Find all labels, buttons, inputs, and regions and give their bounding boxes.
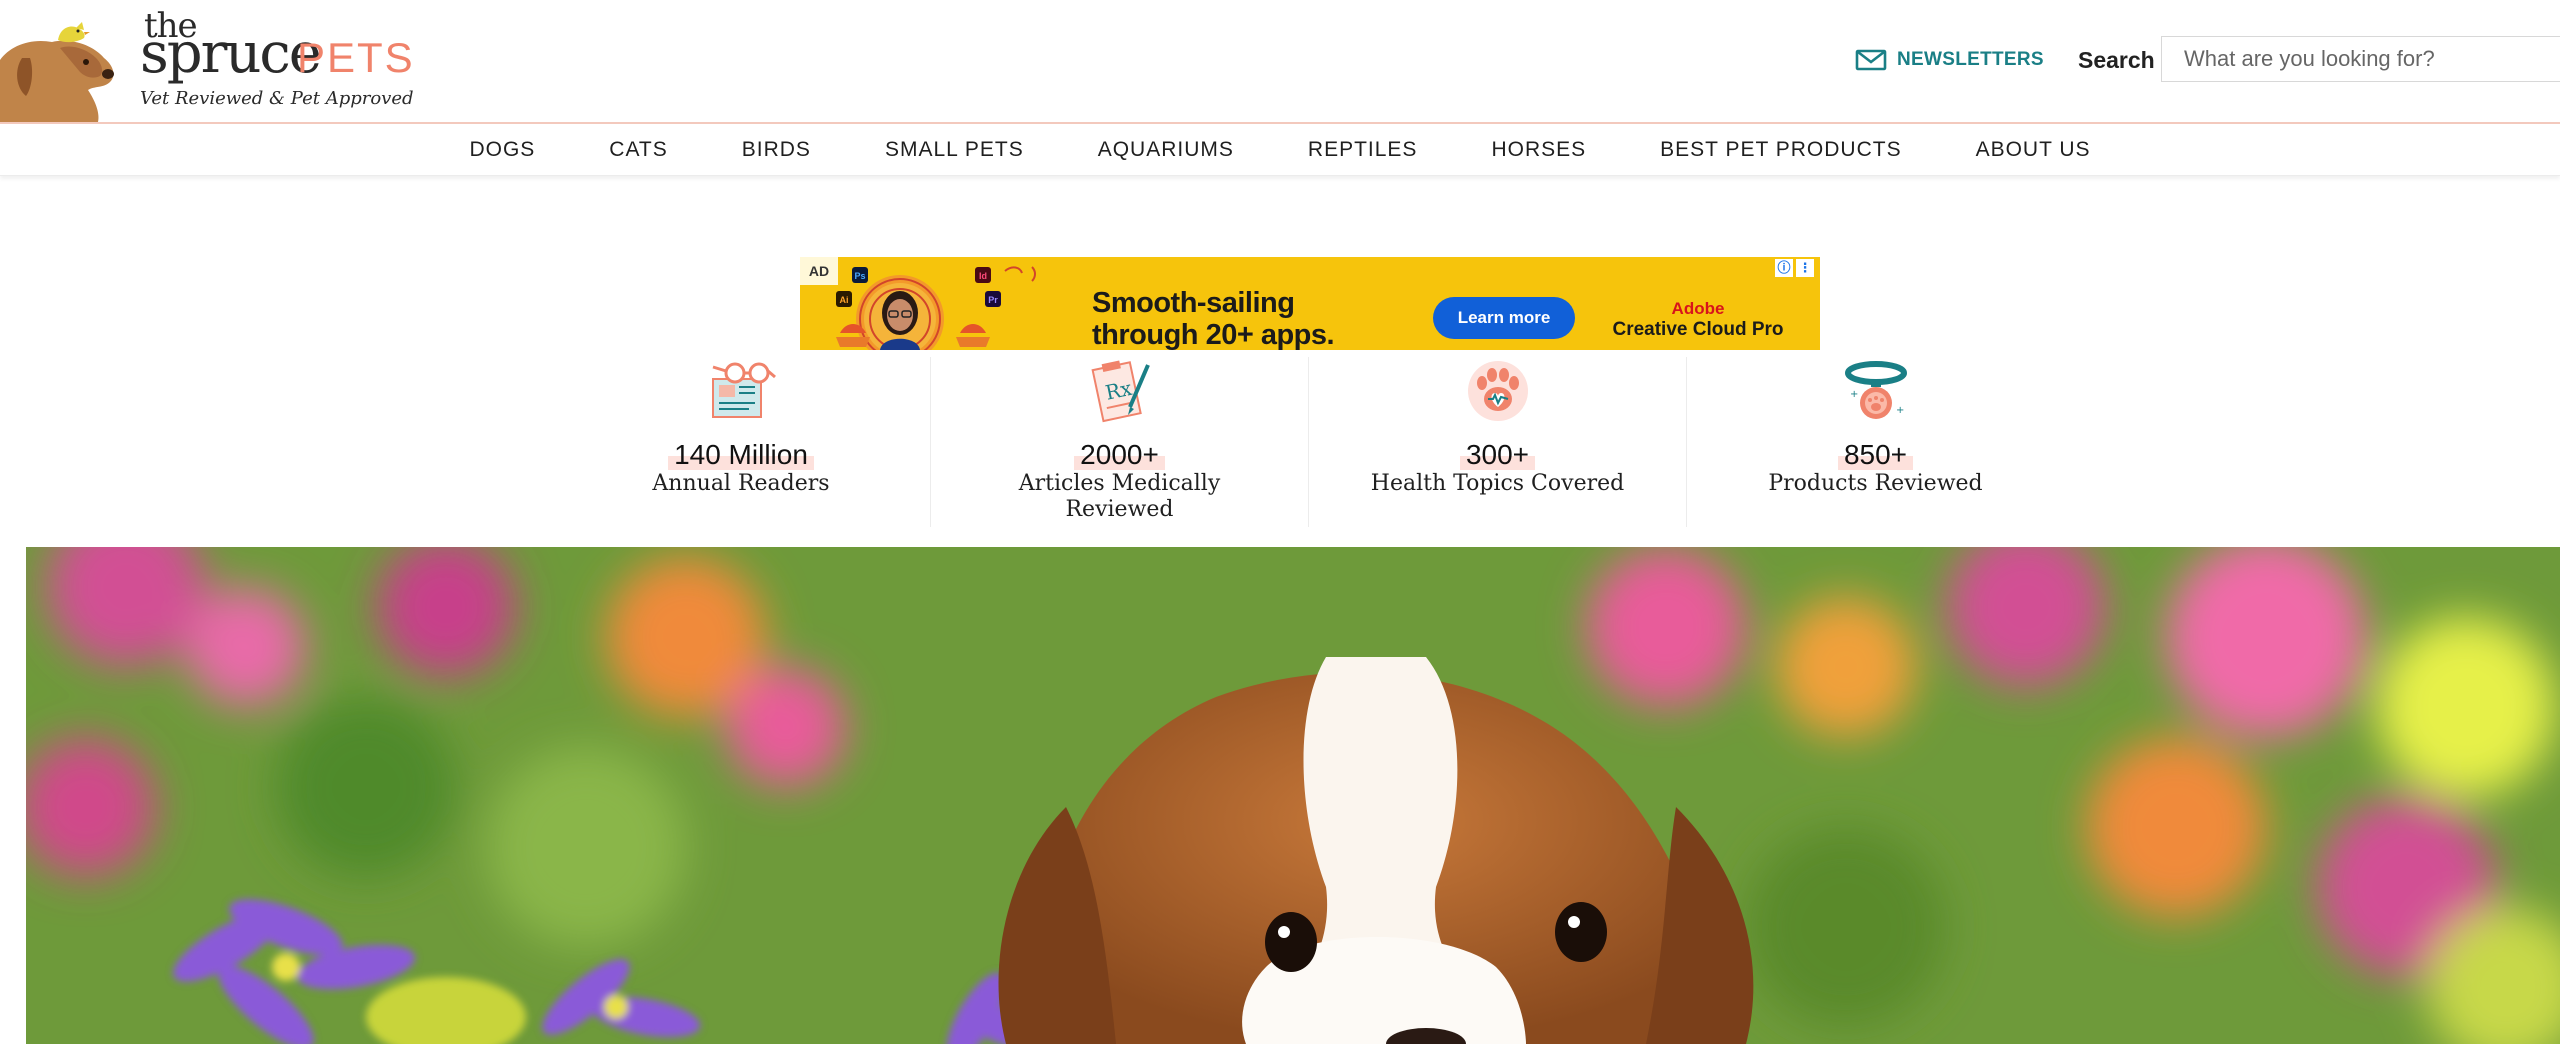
- logo-pets: PETS: [297, 34, 415, 81]
- logo-dog-with-bird-icon[interactable]: [0, 18, 118, 122]
- reading-glasses-icon: [712, 362, 776, 418]
- nav-item-cats[interactable]: CATS: [572, 138, 704, 162]
- ad-brand-line-1: Adobe: [1671, 299, 1725, 318]
- svg-text:+: +: [1850, 389, 1858, 400]
- info-icon[interactable]: ⓘ: [1775, 259, 1793, 277]
- ad-headline: Smooth-sailing through 20+ apps.: [1092, 287, 1335, 350]
- ad-banner[interactable]: Ps Id Ai Pr AD Smooth-sailing through 20…: [800, 257, 1820, 350]
- nav-item-dogs[interactable]: DOGS: [432, 138, 572, 162]
- stat-value: 140 Million: [552, 439, 930, 471]
- site-header: the spruce PETS Vet Reviewed & Pet Appro…: [0, 0, 2560, 122]
- svg-text:Ps: Ps: [854, 271, 865, 281]
- nav-item-birds[interactable]: BIRDS: [705, 138, 848, 162]
- stat-label: Annual Readers: [652, 471, 830, 496]
- ad-controls: ⓘ ⋮: [1775, 259, 1814, 277]
- prescription-clipboard-icon: Rx: [1090, 360, 1150, 423]
- mail-icon: [1855, 49, 1887, 71]
- svg-text:Ai: Ai: [840, 295, 849, 305]
- stats-strip: 140 Million Annual Readers Rx 2000+ Arti…: [552, 357, 2065, 527]
- svg-text:+: +: [1896, 405, 1904, 416]
- site-logo[interactable]: the spruce PETS Vet Reviewed & Pet Appro…: [140, 6, 440, 116]
- nav-item-best-pet-products[interactable]: BEST PET PRODUCTS: [1623, 138, 1938, 162]
- newsletters-link[interactable]: NEWSLETTERS: [1855, 44, 2044, 76]
- ad-brand-line-2: Creative Cloud Pro: [1612, 319, 1784, 340]
- search-label: Search: [2078, 47, 2155, 73]
- logo-tagline: Vet Reviewed & Pet Approved: [140, 88, 414, 109]
- logo-spruce: spruce: [140, 21, 322, 86]
- stat-label: Health Topics Covered: [1370, 471, 1625, 496]
- stat-item: Rx 2000+ Articles Medically Reviewed: [930, 357, 1308, 527]
- stat-item: 300+ Health Topics Covered: [1308, 357, 1686, 527]
- svg-text:Id: Id: [979, 271, 987, 281]
- ad-badge: AD: [800, 257, 838, 285]
- svg-text:Pr: Pr: [988, 295, 998, 305]
- stat-value: 300+: [1309, 439, 1686, 471]
- kebab-menu-icon[interactable]: ⋮: [1796, 259, 1814, 277]
- nav-item-reptiles[interactable]: REPTILES: [1271, 138, 1455, 162]
- stat-value: 850+: [1687, 439, 2064, 471]
- stat-label: Products Reviewed: [1768, 471, 1983, 496]
- hero-image[interactable]: [26, 547, 2560, 1044]
- ad-brand: Adobe Creative Cloud Pro: [1608, 299, 1788, 341]
- nav-item-aquariums[interactable]: AQUARIUMS: [1061, 138, 1271, 162]
- ad-headline-line-1: Smooth-sailing: [1092, 287, 1295, 319]
- ad-headline-line-2: through 20+ apps.: [1092, 319, 1335, 350]
- nav-item-about-us[interactable]: ABOUT US: [1939, 138, 2128, 162]
- stat-item: 140 Million Annual Readers: [552, 357, 930, 527]
- puppy-in-flowers-photo: [26, 547, 2560, 1044]
- pet-collar-tag-icon: + +: [1844, 361, 1907, 419]
- search-input[interactable]: [2161, 36, 2560, 82]
- nav-item-small-pets[interactable]: SMALL PETS: [848, 138, 1061, 162]
- ad-learn-more-button[interactable]: Learn more: [1433, 297, 1575, 339]
- stat-label: Articles Medically Reviewed: [1018, 471, 1221, 522]
- paw-heart-icon: [1467, 361, 1528, 421]
- ad-illustration: Ps Id Ai Pr: [836, 266, 1036, 350]
- nav-item-horses[interactable]: HORSES: [1454, 138, 1623, 162]
- stat-item: + + 850+ Products Reviewed: [1686, 357, 2064, 527]
- main-nav: DOGS CATS BIRDS SMALL PETS AQUARIUMS REP…: [0, 122, 2560, 176]
- newsletters-label: NEWSLETTERS: [1897, 49, 2044, 70]
- stat-value: 2000+: [931, 439, 1308, 471]
